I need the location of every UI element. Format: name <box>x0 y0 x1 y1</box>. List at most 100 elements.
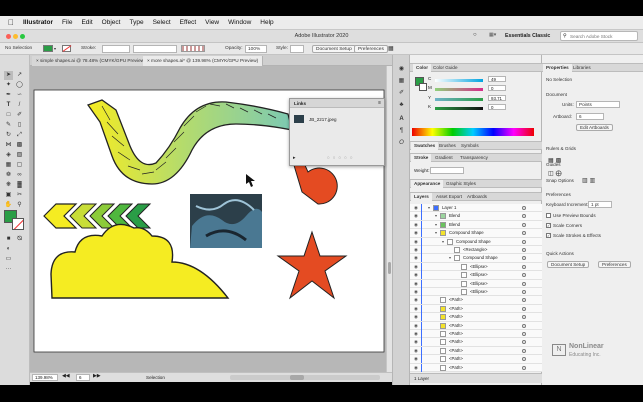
rectangle-tool-icon[interactable]: □ <box>4 111 13 120</box>
shape-builder-icon[interactable]: ◈ <box>4 151 13 160</box>
perspective-grid-icon[interactable]: ▧ <box>15 151 24 160</box>
type-tool-icon[interactable]: T <box>4 101 13 110</box>
visibility-eye-icon[interactable]: ◉ <box>414 306 418 311</box>
layer-name[interactable]: <Path> <box>449 355 463 363</box>
layer-name[interactable]: <Path> <box>449 313 463 321</box>
fill-dropdown-icon[interactable]: ▾ <box>54 45 56 53</box>
apple-icon[interactable]:  <box>8 18 14 27</box>
target-circle-icon[interactable] <box>522 298 526 303</box>
artboard-nav-prev-icon[interactable]: ◀◀ <box>62 374 69 379</box>
layer-row[interactable]: ◉ <Path> <box>410 338 542 347</box>
visibility-eye-icon[interactable]: ◉ <box>414 247 418 252</box>
tab-layers[interactable]: Layers <box>411 193 432 201</box>
menu-file[interactable]: File <box>62 19 72 26</box>
visibility-eye-icon[interactable]: ◉ <box>414 214 418 219</box>
yellow-shape-top[interactable] <box>150 66 174 73</box>
link-actions-icons[interactable]: ○○○○○ <box>327 155 356 160</box>
h-scroll-thumb[interactable] <box>290 375 304 380</box>
visibility-eye-icon[interactable]: ◉ <box>414 348 418 353</box>
visibility-eye-icon[interactable]: ◉ <box>414 314 418 319</box>
tab-graphic-styles[interactable]: Graphic Styles <box>443 180 479 188</box>
visibility-eye-icon[interactable]: ◉ <box>414 256 418 261</box>
layer-row[interactable]: ◉ ▾ Compound Shape <box>410 229 542 238</box>
visibility-eye-icon[interactable]: ◉ <box>414 365 418 370</box>
layer-row[interactable]: ◉ <Path> <box>410 355 542 364</box>
units-dropdown[interactable]: Points <box>576 101 620 108</box>
opentype-panel-icon[interactable]: O <box>397 139 406 148</box>
style-dropdown[interactable] <box>290 45 304 53</box>
tab-color-guide[interactable]: Color Guide <box>430 64 461 72</box>
layer-name[interactable]: Compound Shape <box>456 238 491 246</box>
stroke-swatch[interactable] <box>62 45 72 52</box>
workspace-switcher[interactable]: Essentials Classic <box>505 33 550 39</box>
artboard-nav-next-icon[interactable]: ▶▶ <box>93 374 100 379</box>
tab-appearance[interactable]: Appearance <box>411 180 444 188</box>
quick-document-setup-button[interactable]: Document Setup <box>547 261 590 268</box>
target-circle-icon[interactable] <box>522 315 526 320</box>
layer-row[interactable]: ◉ ▾ Compound Shape <box>410 237 542 246</box>
layer-name[interactable]: <Path> <box>449 330 463 338</box>
pen-tool-icon[interactable]: ✒ <box>4 91 13 100</box>
brush-definition-dropdown[interactable] <box>181 45 205 52</box>
tab-color[interactable]: Color <box>413 64 431 72</box>
visibility-eye-icon[interactable]: ◉ <box>414 356 418 361</box>
rotate-tool-icon[interactable]: ↻ <box>4 131 13 140</box>
layer-name[interactable]: <Ellipse> <box>470 280 488 288</box>
target-circle-icon[interactable] <box>522 365 526 370</box>
target-circle-icon[interactable] <box>522 248 526 252</box>
link-filename[interactable]: JB_2217.jpeg <box>309 117 337 122</box>
artboard-number-input[interactable]: 6 <box>76 374 90 381</box>
artboard-tool-icon[interactable]: ▣ <box>4 191 13 200</box>
target-circle-icon[interactable] <box>522 340 526 345</box>
layer-name[interactable]: Layer 1 <box>442 204 456 212</box>
scale-corners-checkbox[interactable]: ✓ <box>546 223 551 228</box>
target-circle-icon[interactable] <box>522 332 526 336</box>
show-link-info-icon[interactable]: ▸ <box>293 155 296 161</box>
tab-simple-shapes[interactable]: × simple shapes.ai @ 78.48% (CMYK/GPU Pr… <box>32 56 151 66</box>
menu-view[interactable]: View <box>205 19 219 26</box>
direct-selection-tool-icon[interactable]: ↗ <box>15 71 24 80</box>
visibility-eye-icon[interactable]: ◉ <box>414 331 418 336</box>
none-mode-icon[interactable]: ⦰ <box>15 235 24 244</box>
free-transform-icon[interactable]: ▩ <box>15 141 24 150</box>
layer-name[interactable]: <Path> <box>449 338 463 346</box>
layer-row[interactable]: ◉ <Ellipse> <box>410 262 542 272</box>
target-circle-icon[interactable] <box>522 323 526 328</box>
scroll-thumb[interactable] <box>388 262 391 274</box>
opacity-input[interactable]: 100% <box>245 45 267 53</box>
layer-row[interactable]: ◉ ▾ Compound Shape <box>410 254 542 263</box>
visibility-eye-icon[interactable]: ◉ <box>414 230 418 235</box>
target-circle-icon[interactable] <box>522 348 526 353</box>
selection-tool-icon[interactable]: ➤ <box>4 71 13 80</box>
tab-properties[interactable]: Properties <box>543 64 572 72</box>
fill-swatch[interactable] <box>43 45 53 52</box>
layer-name[interactable]: Blend <box>449 212 460 220</box>
horizontal-scrollbar[interactable] <box>230 375 380 380</box>
curvature-tool-icon[interactable]: ∽ <box>15 91 24 100</box>
target-circle-icon[interactable] <box>522 239 526 244</box>
blend-tool-icon[interactable]: ∞ <box>15 171 24 180</box>
expand-chevron-icon[interactable]: ▾ <box>442 238 444 246</box>
k-value-input[interactable]: 0 <box>488 104 506 110</box>
menu-help[interactable]: Help <box>260 19 273 26</box>
expand-chevron-icon[interactable]: ▾ <box>435 229 437 237</box>
symbol-sprayer-icon[interactable]: ❋ <box>4 181 13 190</box>
stroke-color-icon[interactable] <box>12 218 24 230</box>
artboard-dropdown[interactable]: 6 <box>576 113 604 120</box>
m-slider[interactable] <box>435 88 483 91</box>
current-tool-status[interactable]: Selection <box>146 375 165 380</box>
symbols-panel-icon[interactable]: ♣ <box>397 101 406 110</box>
links-panel[interactable]: Links ≡ JB_2217.jpeg ▸ ○○○○○ <box>289 98 385 166</box>
character-panel-icon[interactable]: A <box>397 115 406 124</box>
visibility-eye-icon[interactable]: ◉ <box>414 264 418 269</box>
arrange-documents-icon[interactable]: ▦ <box>388 45 394 53</box>
layer-row[interactable]: ◉ <Ellipse> <box>410 288 542 297</box>
layer-row[interactable]: ◉ <Path> <box>410 321 542 330</box>
m-value-input[interactable]: 0 <box>488 85 506 91</box>
color-panel-icon[interactable]: ◉ <box>397 65 406 74</box>
visibility-eye-icon[interactable]: ◉ <box>414 281 418 286</box>
brushes-panel-icon[interactable]: ✐ <box>397 89 406 98</box>
tab-gradient[interactable]: Gradient <box>432 154 456 162</box>
expand-chevron-icon[interactable]: ▾ <box>435 221 437 229</box>
layer-name[interactable]: <Ellipse> <box>470 271 488 279</box>
